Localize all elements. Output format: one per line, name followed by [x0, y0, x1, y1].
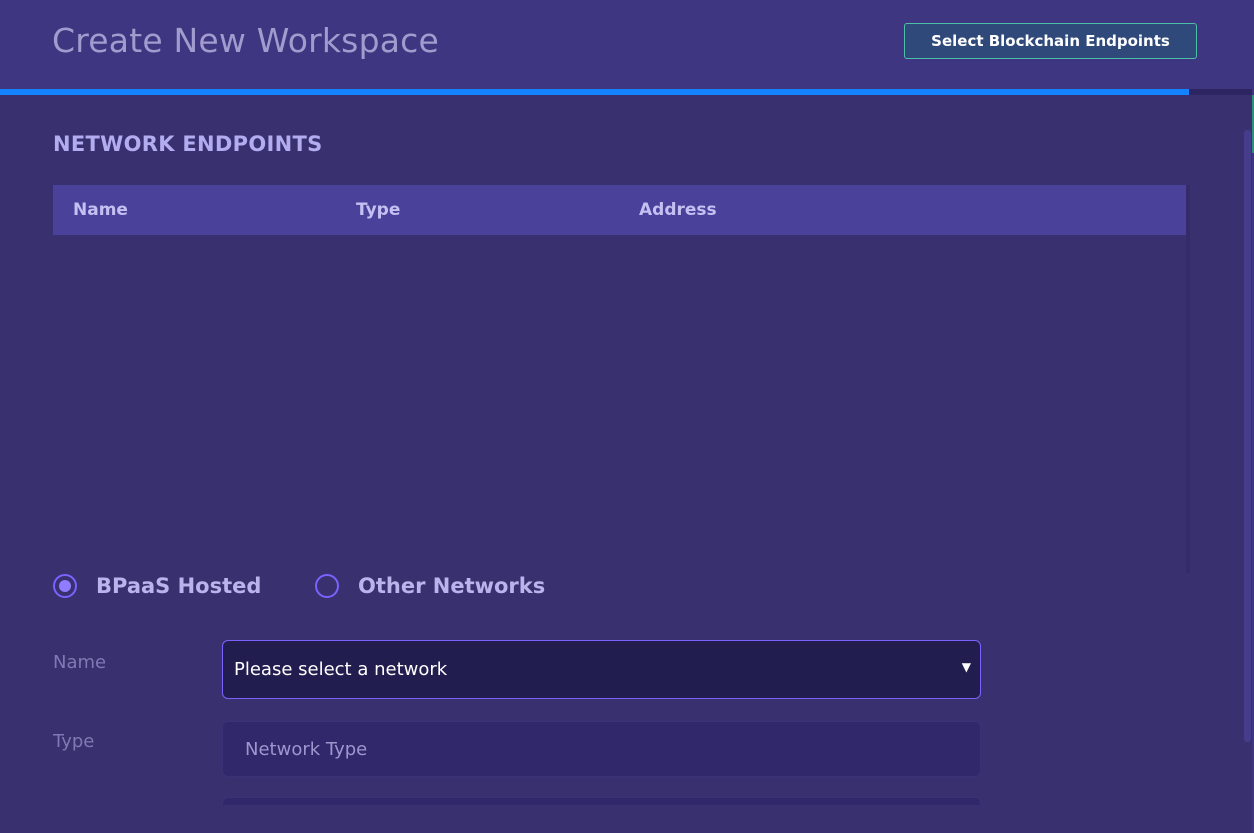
network-type-field[interactable]	[222, 721, 981, 777]
progress-bar	[0, 89, 1252, 95]
table-header: Name Type Address	[53, 185, 1186, 235]
radio-other-networks[interactable]: Other Networks	[315, 571, 545, 601]
radio-button-selected[interactable]	[53, 574, 77, 598]
name-field-label: Name	[53, 652, 107, 673]
page-title: Create New Workspace	[52, 21, 439, 60]
radio-label-other-networks: Other Networks	[358, 574, 546, 598]
radio-dot-icon	[59, 580, 71, 592]
type-field-label: Type	[53, 731, 95, 752]
table-body	[53, 235, 1186, 573]
radio-label-bpaas-hosted: BPaaS Hosted	[96, 574, 262, 598]
column-header-name[interactable]: Name	[73, 199, 128, 221]
page-header: Create New Workspace Select Blockchain E…	[0, 0, 1252, 89]
section-title: NETWORK ENDPOINTS	[53, 132, 323, 156]
progress-bar-fill	[0, 89, 1190, 95]
address-field-partial[interactable]	[222, 797, 981, 805]
network-name-select[interactable]: Please select a network ▼	[222, 640, 981, 699]
column-header-address[interactable]: Address	[639, 199, 717, 221]
endpoints-table: Name Type Address	[53, 185, 1190, 573]
select-blockchain-endpoints-button[interactable]: Select Blockchain Endpoints	[904, 23, 1197, 59]
radio-button-unselected[interactable]	[315, 574, 339, 598]
create-workspace-page: Create New Workspace Select Blockchain E…	[0, 0, 1254, 833]
column-header-type[interactable]: Type	[356, 199, 400, 221]
page-scrollbar[interactable]	[1244, 130, 1251, 742]
network-name-select-value: Please select a network	[234, 659, 448, 680]
page-bottom	[0, 805, 1252, 833]
table-scrollbar[interactable]	[1186, 185, 1190, 573]
radio-bpaas-hosted[interactable]: BPaaS Hosted	[53, 571, 261, 601]
chevron-down-icon: ▼	[961, 660, 971, 674]
